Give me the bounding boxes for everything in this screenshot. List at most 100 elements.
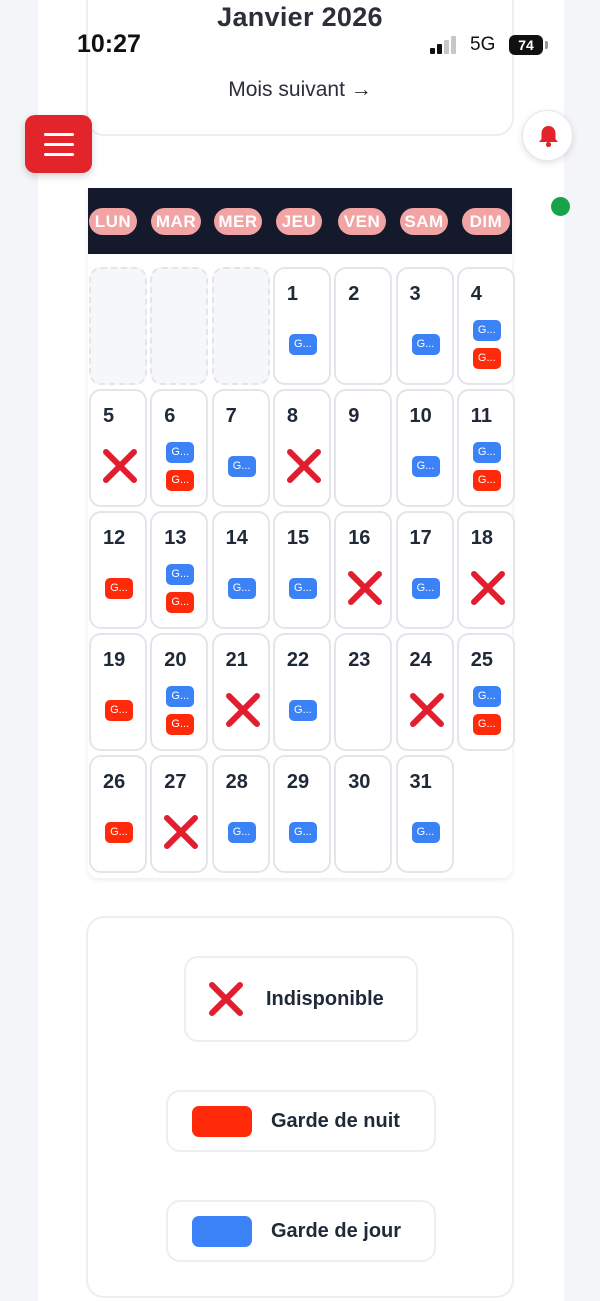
day-shift-badge[interactable]: G... xyxy=(288,700,317,721)
day-shift-badge[interactable]: G... xyxy=(288,334,317,355)
day-number: 31 xyxy=(409,771,432,793)
day-number: 28 xyxy=(225,771,248,793)
calendar-day-13[interactable]: 13 G... G... xyxy=(150,511,209,629)
day-shift-badge[interactable]: G... xyxy=(472,320,501,341)
online-status-dot xyxy=(551,197,570,216)
next-month-link[interactable]: Mois suivant → xyxy=(0,78,600,102)
day-number: 14 xyxy=(225,527,248,549)
day-shift-badge[interactable]: G... xyxy=(166,686,195,707)
notifications-button[interactable] xyxy=(522,110,573,161)
day-shift-badge[interactable]: G... xyxy=(166,564,195,585)
calendar-grid: LUN MAR MER JEU VEN SAM DIM 1 G... 2 3 G... 4 G... G.… xyxy=(88,188,515,878)
month-title: Janvier 2026 xyxy=(217,2,383,32)
legend-card: Indisponible Garde de nuit Garde de jour xyxy=(86,916,514,1298)
night-shift-badge[interactable]: G... xyxy=(105,822,133,843)
day-number: 2 xyxy=(348,283,360,305)
calendar-day-24[interactable]: 24 xyxy=(395,633,454,751)
day-number: 11 xyxy=(470,405,492,427)
day-number: 16 xyxy=(348,527,371,549)
legend-night-shift: Garde de nuit xyxy=(166,1090,436,1152)
calendar-day-27[interactable]: 27 xyxy=(150,755,209,873)
day-number: 21 xyxy=(225,649,248,671)
calendar-day-17[interactable]: 17 G... xyxy=(395,511,454,629)
day-shift-badge[interactable]: G... xyxy=(227,456,256,477)
night-shift-swatch xyxy=(192,1106,252,1137)
night-shift-badge[interactable]: G... xyxy=(166,592,195,613)
day-number: 12 xyxy=(103,527,126,549)
unavailable-x-icon xyxy=(347,570,383,606)
day-number: 15 xyxy=(286,527,310,549)
night-shift-badge[interactable]: G... xyxy=(472,348,501,369)
calendar-day-2[interactable]: 2 xyxy=(334,267,393,385)
calendar-day-28[interactable]: 28 G... xyxy=(211,755,270,873)
calendar-day-23[interactable]: 23 xyxy=(334,633,393,751)
calendar-day-4[interactable]: 4 G... G... xyxy=(456,267,515,385)
calendar-day-1[interactable]: 1 G... xyxy=(272,267,331,385)
night-shift-badge[interactable]: G... xyxy=(105,578,133,599)
calendar-day-31[interactable]: 31 G... xyxy=(395,755,454,873)
unavailable-x-icon xyxy=(102,448,138,484)
calendar-day-16[interactable]: 16 xyxy=(334,511,393,629)
day-shift-badge[interactable]: G... xyxy=(411,578,440,599)
day-number: 7 xyxy=(225,405,237,427)
battery-icon: 74 xyxy=(509,35,543,55)
calendar-day-26[interactable]: 26 G... xyxy=(89,755,147,873)
unavailable-x-icon xyxy=(225,692,261,728)
calendar-day-12[interactable]: 12 G... xyxy=(89,511,147,629)
day-number: 29 xyxy=(286,771,310,793)
day-shift-badge[interactable]: G... xyxy=(227,822,256,843)
calendar-day-22[interactable]: 22 G... xyxy=(272,633,331,751)
calendar-day-19[interactable]: 19 G... xyxy=(89,633,147,751)
day-shift-badge[interactable]: G... xyxy=(411,456,440,477)
day-number: 13 xyxy=(164,527,187,549)
weekday-sam: SAM xyxy=(400,208,448,235)
day-number: 4 xyxy=(470,283,482,305)
night-shift-badge[interactable]: G... xyxy=(472,470,501,491)
night-shift-badge[interactable]: G... xyxy=(166,470,195,491)
calendar-day-29[interactable]: 29 G... xyxy=(272,755,331,873)
night-shift-badge[interactable]: G... xyxy=(105,700,133,721)
night-shift-badge[interactable]: G... xyxy=(166,714,195,735)
calendar-day-10[interactable]: 10 G... xyxy=(395,389,454,507)
weekday-dim: DIM xyxy=(462,208,510,235)
legend-day-shift: Garde de jour xyxy=(166,1200,436,1262)
calendar-day-21[interactable]: 21 xyxy=(211,633,270,751)
day-number: 1 xyxy=(286,283,299,305)
day-shift-badge[interactable]: G... xyxy=(288,822,317,843)
calendar-day-25[interactable]: 25 G... G... xyxy=(456,633,515,751)
night-shift-badge[interactable]: G... xyxy=(472,714,501,735)
calendar-day-14[interactable]: 14 G... xyxy=(211,511,270,629)
weekday-mer: MER xyxy=(214,208,262,235)
menu-button[interactable] xyxy=(25,115,92,173)
calendar-day-7[interactable]: 7 G... xyxy=(211,389,270,507)
day-number: 27 xyxy=(164,771,187,793)
day-number: 8 xyxy=(286,405,299,427)
calendar-day-15[interactable]: 15 G... xyxy=(272,511,331,629)
calendar-day-3[interactable]: 3 G... xyxy=(395,267,454,385)
signal-icon xyxy=(430,36,464,54)
day-shift-badge[interactable]: G... xyxy=(288,578,317,599)
day-shift-badge[interactable]: G... xyxy=(411,334,440,355)
calendar-day-30[interactable]: 30 xyxy=(334,755,393,873)
day-number: 20 xyxy=(164,649,187,671)
day-shift-badge[interactable]: G... xyxy=(166,442,195,463)
calendar-day-5[interactable]: 5 xyxy=(89,389,147,507)
calendar-day-6[interactable]: 6 G... G... xyxy=(150,389,209,507)
day-shift-badge[interactable]: G... xyxy=(411,822,440,843)
calendar-day-18[interactable]: 18 xyxy=(456,511,515,629)
weekday-mar: MAR xyxy=(151,208,201,235)
calendar-day-20[interactable]: 20 G... G... xyxy=(150,633,209,751)
calendar-day-11[interactable]: 11 G... G... xyxy=(456,389,515,507)
calendar-day-8[interactable]: 8 xyxy=(272,389,331,507)
x-cross-icon xyxy=(209,982,243,1016)
day-number: 9 xyxy=(348,405,360,427)
day-shift-badge[interactable]: G... xyxy=(472,686,501,707)
weekday-jeu: JEU xyxy=(276,208,322,235)
legend-unavailable: Indisponible xyxy=(184,956,418,1042)
network-type: 5G xyxy=(470,34,496,55)
bell-icon xyxy=(539,126,558,148)
day-shift-badge[interactable]: G... xyxy=(227,578,256,599)
day-shift-badge[interactable]: G... xyxy=(472,442,501,463)
day-number: 10 xyxy=(409,405,432,427)
calendar-day-9[interactable]: 9 xyxy=(334,389,393,507)
